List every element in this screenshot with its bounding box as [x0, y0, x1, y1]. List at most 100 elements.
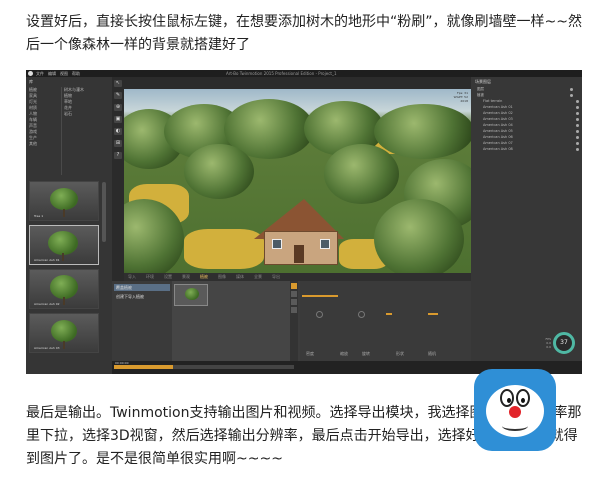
divider: [61, 87, 62, 175]
help-tool-icon[interactable]: ?: [114, 152, 122, 159]
mascot-pupil: [521, 398, 525, 403]
viewport-stats: Fps: 31 WGPT: 52 2018: [454, 91, 468, 103]
tab-settings[interactable]: 设置: [164, 273, 172, 281]
library-scrollbar[interactable]: [102, 182, 106, 242]
timeline-progress[interactable]: [114, 365, 294, 369]
visibility-icon[interactable]: [576, 148, 579, 151]
3d-viewport[interactable]: Fps: 31 WGPT: 52 2018: [124, 89, 471, 273]
brush-option-icon[interactable]: [291, 299, 297, 305]
menu-view[interactable]: 视图: [60, 70, 68, 77]
asset-thumbnail-selected[interactable]: American Ash 01: [29, 225, 99, 265]
selected-asset-thumbnail[interactable]: [174, 284, 208, 306]
visibility-icon[interactable]: [570, 94, 573, 97]
grass-patch: [184, 229, 264, 269]
tree-trunk: [63, 209, 65, 217]
brush-erase-icon[interactable]: [291, 291, 297, 297]
title-bar: 文件 编辑 视图 帮助 Art-Bo Twinmotion 2015 Profe…: [26, 70, 582, 77]
asset-thumbnail[interactable]: Tree 1: [29, 181, 99, 221]
window-title: Art-Bo Twinmotion 2015 Professional Edit…: [226, 71, 337, 76]
tree-trunk: [63, 341, 65, 349]
grid-tool-icon[interactable]: ⊞: [114, 140, 122, 147]
menu-help[interactable]: 帮助: [72, 70, 80, 77]
thumbnail-label: American Ash 03: [34, 346, 60, 350]
menu-file[interactable]: 文件: [36, 70, 44, 77]
brush-toolbar: [290, 281, 298, 361]
vegetation-panel: 覆盖植被 创建下导入植被 密度 缩放 随机 旋转 形状: [112, 281, 471, 361]
random-label: 随机: [428, 351, 436, 356]
layer-row[interactable]: American Ash 08: [483, 147, 582, 152]
random-indicator: [428, 313, 438, 315]
layer-row[interactable]: Flat terrain: [483, 99, 582, 104]
twinmotion-screenshot: 文件 编辑 视图 帮助 Art-Bo Twinmotion 2015 Profe…: [26, 70, 582, 374]
layer-row[interactable]: American Ash 04: [483, 123, 582, 128]
select-tool-icon[interactable]: ↖: [114, 80, 122, 87]
house-window: [320, 239, 330, 249]
layer-row[interactable]: American Ash 06: [483, 135, 582, 140]
tab-panorama[interactable]: 全景: [254, 273, 262, 281]
status-time: 00:00:00: [115, 361, 129, 365]
thumbnail-label: Tree 1: [34, 214, 44, 218]
layer-row[interactable]: American Ash 07: [483, 141, 582, 146]
shape-label: 形状: [396, 351, 404, 356]
layer-row[interactable]: American Ash 05: [483, 129, 582, 134]
layer-row[interactable]: 植被: [477, 93, 577, 98]
list-item-paint-vegetation[interactable]: 覆盖植被: [114, 284, 170, 291]
layer-row[interactable]: American Ash 03: [483, 117, 582, 122]
visibility-icon[interactable]: [576, 118, 579, 121]
subcategory-item[interactable]: 岩石: [64, 111, 84, 117]
subcategory-list: 树木与灌木 植物 草地 花卉 岩石: [64, 87, 84, 117]
house-window: [272, 239, 282, 249]
move-tool-icon[interactable]: ⊕: [114, 104, 122, 111]
scale-knob-icon[interactable]: [358, 311, 365, 318]
brush-paint-icon[interactable]: [291, 283, 297, 289]
tree-icon: [48, 231, 78, 255]
tree-icon: [50, 188, 78, 210]
visibility-icon[interactable]: [576, 130, 579, 133]
mascot-eye: [516, 389, 530, 407]
menu-edit[interactable]: 编辑: [48, 70, 56, 77]
light-tool-icon[interactable]: ◐: [114, 128, 122, 135]
tree-icon: [51, 320, 77, 342]
visibility-icon[interactable]: [570, 88, 573, 91]
density-label: 密度: [306, 351, 314, 356]
mascot-eye: [500, 389, 514, 407]
tab-media[interactable]: 媒体: [236, 273, 244, 281]
brush-controls: 密度 缩放 随机 旋转 形状: [300, 281, 471, 361]
density-slider[interactable]: [302, 295, 338, 297]
density-knob-icon[interactable]: [316, 311, 323, 318]
paint-tool-icon[interactable]: ✎: [114, 92, 122, 99]
mascot-pupil: [507, 398, 511, 403]
tree-canopy: [374, 199, 464, 273]
layer-row[interactable]: American Ash 01: [483, 105, 582, 110]
layer-row[interactable]: 图层: [477, 87, 577, 92]
asset-thumbnail[interactable]: American Ash 03: [29, 313, 99, 353]
tab-landscape[interactable]: 景观: [182, 273, 190, 281]
scale-label: 缩放: [340, 351, 348, 356]
tree-trunk: [63, 297, 65, 305]
category-item[interactable]: 其他: [29, 141, 37, 147]
tab-vegetation[interactable]: 植被: [200, 273, 208, 281]
layer-row[interactable]: American Ash 02: [483, 111, 582, 116]
visibility-icon[interactable]: [576, 136, 579, 139]
brush-option-icon[interactable]: [291, 307, 297, 313]
doraemon-mascot-icon: [474, 369, 556, 451]
list-item-import-vegetation[interactable]: 创建下导入植被: [114, 293, 170, 300]
tree-icon: [50, 275, 78, 299]
library-panel: 库 植被 家具 灯光 材质 人物 车辆 声音 游戏 生产 其他 树木与灌木 植物…: [26, 77, 112, 374]
visibility-icon[interactable]: [576, 124, 579, 127]
rotation-label: 旋转: [362, 351, 370, 356]
misc-readout: 2018: [460, 99, 468, 103]
visibility-icon[interactable]: [576, 100, 579, 103]
visibility-icon[interactable]: [576, 106, 579, 109]
tab-image[interactable]: 图像: [218, 273, 226, 281]
box-tool-icon[interactable]: ▣: [114, 116, 122, 123]
visibility-icon[interactable]: [576, 112, 579, 115]
visibility-icon[interactable]: [576, 142, 579, 145]
tab-environment[interactable]: 环境: [146, 273, 154, 281]
tab-import[interactable]: 导入: [128, 273, 136, 281]
asset-thumbnail[interactable]: American Ash 02: [29, 269, 99, 309]
shape-indicator: [386, 313, 392, 315]
library-tab[interactable]: 库: [29, 79, 33, 85]
tree-icon: [185, 288, 199, 300]
tab-export[interactable]: 导出: [272, 273, 280, 281]
